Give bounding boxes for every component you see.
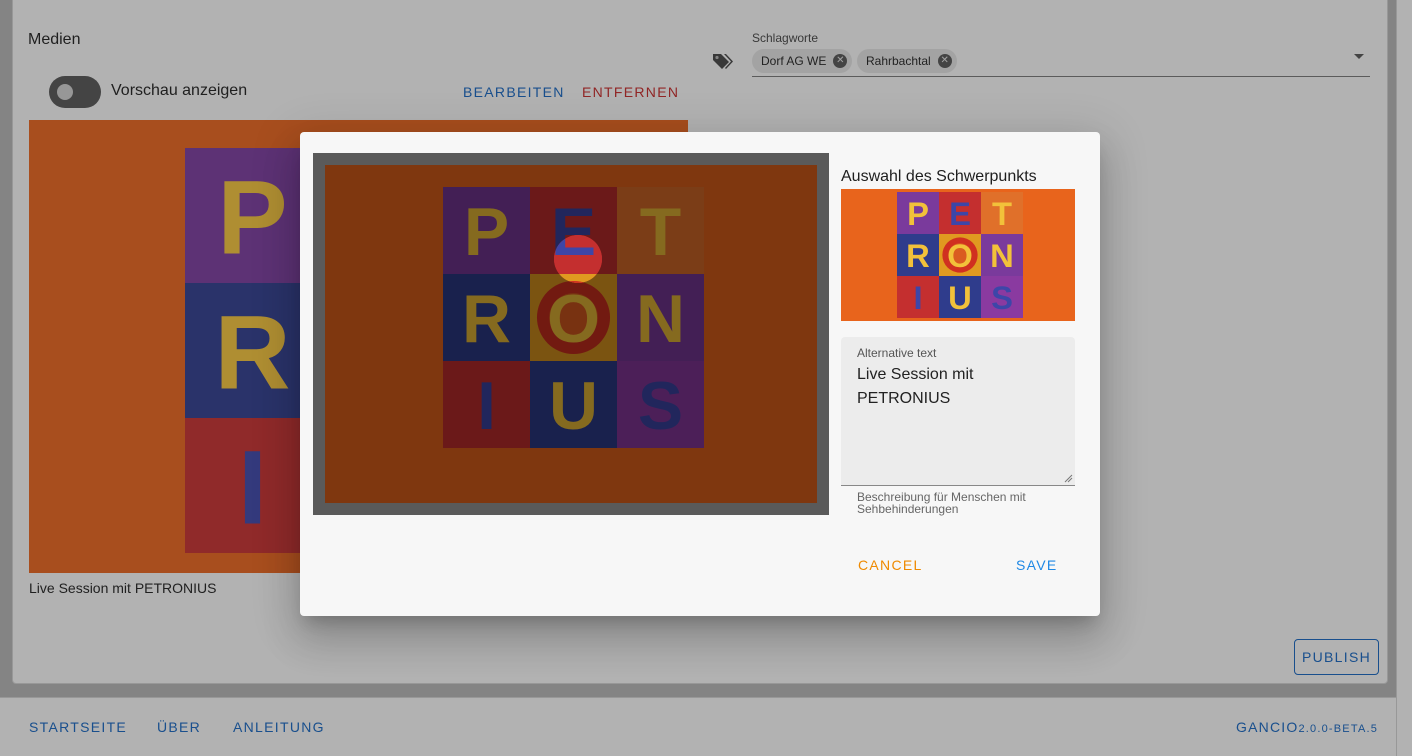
focal-point-editor[interactable] — [313, 153, 829, 515]
alt-text-label: Alternative text — [857, 346, 937, 360]
alt-text-field[interactable]: Alternative text — [841, 337, 1075, 486]
focal-shade — [325, 165, 817, 503]
save-button[interactable]: SAVE — [1016, 557, 1058, 573]
alt-text-input[interactable] — [857, 363, 1062, 481]
media-edit-dialog: Auswahl des Schwerpunkts Alternative tex… — [300, 132, 1100, 616]
focal-preview-image — [841, 189, 1075, 321]
focal-preview-title: Auswahl des Schwerpunkts — [841, 168, 1037, 185]
focal-point-handle[interactable] — [554, 235, 602, 283]
alt-text-hint: Beschreibung für Menschen mit Sehbehinde… — [857, 490, 1026, 516]
cancel-button[interactable]: CANCEL — [858, 557, 923, 573]
resize-grip-icon[interactable] — [1064, 474, 1073, 483]
focal-editor-image[interactable] — [325, 165, 817, 503]
